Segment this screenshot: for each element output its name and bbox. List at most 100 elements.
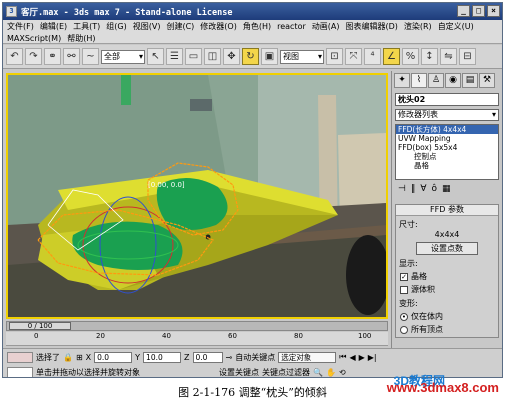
pan-icon[interactable]: ✋ [326, 368, 336, 377]
pivot-center-icon[interactable]: ⊡ [326, 48, 343, 65]
show-end-result-icon[interactable]: ‖ [411, 184, 416, 194]
motion-tab-icon[interactable]: ◉ [445, 73, 461, 88]
menu-item[interactable]: 组(G) [106, 21, 126, 32]
time-slider[interactable]: 0 / 100 [6, 321, 388, 331]
align-icon[interactable]: ⊟ [459, 48, 476, 65]
watermark-url: www.3dmax8.com [386, 380, 499, 395]
stack-subitem[interactable]: 晶格 [396, 161, 498, 170]
next-frame-icon[interactable]: ▶| [368, 353, 377, 362]
unlink-icon[interactable]: ⚯ [63, 48, 80, 65]
key-filters-button[interactable]: 关键点过滤器 [262, 367, 310, 378]
lattice-checkbox[interactable]: ✓ 晶格 [400, 271, 494, 282]
close-button[interactable]: × [487, 5, 500, 17]
stack-item[interactable]: FFD(box) 5x5x4 [396, 143, 498, 152]
undo-icon[interactable]: ↶ [6, 48, 23, 65]
percent-snap-icon[interactable]: % [402, 48, 419, 65]
all-vertices-radio[interactable]: 所有顶点 [400, 324, 494, 335]
menu-item[interactable]: 动画(A) [312, 21, 340, 32]
select-by-name-icon[interactable]: ☰ [166, 48, 183, 65]
x-coordinate-field[interactable]: 0.0 [94, 351, 133, 363]
absolute-mode-icon[interactable]: ⊞ [76, 353, 83, 362]
select-rotate-icon[interactable]: ↻ [242, 48, 259, 65]
pin-stack-icon[interactable]: ⊣ [398, 184, 406, 194]
display-tab-icon[interactable]: ▤ [462, 73, 478, 88]
maxscript-listener-box[interactable] [7, 351, 33, 363]
source-volume-checkbox[interactable]: 源体积 [400, 284, 494, 295]
display-label: 显示: [399, 259, 418, 268]
only-in-volume-radio[interactable]: • 仅在体内 [400, 311, 494, 322]
maximize-button[interactable]: □ [472, 5, 485, 17]
link-icon[interactable]: ⚭ [44, 48, 61, 65]
utilities-tab-icon[interactable]: ⚒ [479, 73, 495, 88]
arc-rotate-icon[interactable]: ⟲ [339, 368, 346, 377]
reference-coord-dropdown[interactable]: 视图 [280, 49, 324, 64]
key-icon[interactable]: ⊸ [226, 353, 233, 362]
menu-item[interactable]: 自定义(U) [438, 21, 474, 32]
hierarchy-tab-icon[interactable]: ♙ [428, 73, 444, 88]
menu-item[interactable]: 文件(F) [7, 21, 34, 32]
menu-item[interactable]: 修改器(O) [200, 21, 237, 32]
modify-tab-icon[interactable]: ⌇ [411, 73, 427, 88]
y-coordinate-field[interactable]: 10.0 [143, 351, 182, 363]
menu-item[interactable]: 渲染(R) [404, 21, 432, 32]
z-coordinate-field[interactable]: 0.0 [192, 351, 223, 363]
perspective-viewport[interactable]: [0.00, 0.0] [6, 73, 388, 319]
make-unique-icon[interactable]: ∀ [420, 184, 426, 194]
selection-filter-dropdown[interactable]: 全部 [101, 49, 145, 64]
zoom-icon[interactable]: 🔍 [313, 368, 323, 377]
menu-item[interactable]: reactor [277, 22, 306, 31]
go-start-icon[interactable]: ⏮ [339, 352, 346, 362]
maxscript-input[interactable] [7, 366, 33, 377]
menu-item[interactable]: 帮助(H) [67, 33, 95, 44]
menu-item[interactable]: 编辑(E) [40, 21, 67, 32]
menu-item[interactable]: MAXScript(M) [7, 34, 61, 43]
track-bar[interactable]: 0 20 40 60 80 100 [6, 332, 388, 346]
ffd-parameters-rollout: FFD 参数 尺寸: 4x4x4 设置点数 显示: ✓ 晶格 源体积 变形: • 仅… [395, 204, 499, 338]
angle-snap-icon[interactable]: ∠ [383, 48, 400, 65]
create-tab-icon[interactable]: ✦ [394, 73, 410, 88]
set-points-button[interactable]: 设置点数 [416, 242, 478, 255]
size-value: 4x4x4 [434, 230, 460, 239]
select-manipulate-icon[interactable]: ⤧ [345, 48, 362, 65]
rect-selection-icon[interactable]: ▭ [185, 48, 202, 65]
stack-item[interactable]: FFD(长方体) 4x4x4 [396, 125, 498, 134]
play-icon[interactable]: ▶ [359, 353, 365, 362]
mirror-icon[interactable]: ⇋ [440, 48, 457, 65]
object-name-field[interactable]: 枕头02 [395, 93, 499, 106]
select-scale-icon[interactable]: ▣ [261, 48, 278, 65]
app-window: 3 客厅.max - 3ds max 7 - Stand-alone Licen… [2, 2, 503, 378]
rollout-title[interactable]: FFD 参数 [396, 205, 498, 216]
menu-item[interactable]: 图表编辑器(D) [345, 21, 397, 32]
auto-key-button[interactable]: 自动关键点 [235, 352, 275, 363]
menu-item[interactable]: 创建(C) [166, 21, 194, 32]
menu-item[interactable]: 视图(V) [133, 21, 161, 32]
tick-label: 20 [96, 332, 105, 340]
svg-text:[0.00, 0.0]: [0.00, 0.0] [148, 181, 185, 189]
lock-icon[interactable]: 🔒 [63, 353, 73, 362]
menu-item[interactable]: 工具(T) [73, 21, 100, 32]
selected-object-dropdown[interactable]: 选定对象 [278, 351, 337, 363]
menu-bar: 文件(F) 编辑(E) 工具(T) 组(G) 视图(V) 创建(C) 修改器(O) 角色(H)… [3, 20, 502, 44]
prev-frame-icon[interactable]: ◀ [349, 353, 355, 362]
app-icon: 3 [6, 6, 17, 17]
configure-sets-icon[interactable]: ▦ [442, 184, 451, 194]
main-toolbar: ↶ ↷ ⚭ ⚯ ~ 全部 ↖ ☰ ▭ ◫ ✥ ↻ ▣ 视图 ⊡ ⤧ ⁴ ∠ % … [3, 45, 502, 69]
remove-modifier-icon[interactable]: ô [432, 184, 438, 194]
time-slider-thumb[interactable]: 0 / 100 [9, 322, 71, 330]
select-object-icon[interactable]: ↖ [147, 48, 164, 65]
redo-icon[interactable]: ↷ [25, 48, 42, 65]
snap-toggle-icon[interactable]: ⁴ [364, 48, 381, 65]
select-move-icon[interactable]: ✥ [223, 48, 240, 65]
stack-item[interactable]: UVW Mapping [396, 134, 498, 143]
window-crossing-icon[interactable]: ◫ [204, 48, 221, 65]
modifier-stack[interactable]: FFD(长方体) 4x4x4 UVW Mapping FFD(box) 5x5x… [395, 124, 499, 180]
spinner-snap-icon[interactable]: ↕ [421, 48, 438, 65]
menu-item[interactable]: 角色(H) [243, 21, 271, 32]
modifier-list-dropdown[interactable]: 修改器列表 [395, 109, 499, 121]
minimize-button[interactable]: _ [457, 5, 470, 17]
set-key-button[interactable]: 设置关键点 [219, 367, 259, 378]
z-label: Z [184, 352, 190, 362]
stack-subitem[interactable]: 控制点 [396, 152, 498, 161]
bind-spacewarp-icon[interactable]: ~ [82, 48, 99, 65]
tick-label: 0 [34, 332, 39, 340]
